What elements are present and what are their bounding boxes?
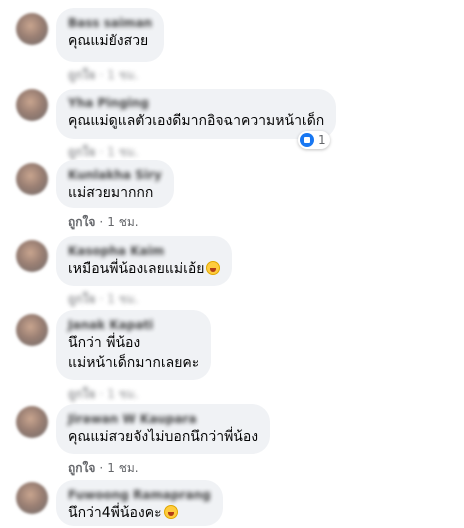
comment-bubble: Fuwoong Ramaprang นึกว่า4พี่น้องคะ bbox=[56, 480, 223, 526]
comment-text: คุณแม่สวยจังไม่บอกนึกว่าพี่น้อง bbox=[68, 427, 258, 447]
laughing-emoji-icon bbox=[206, 261, 221, 275]
avatar[interactable] bbox=[16, 406, 48, 438]
comment-author[interactable]: Kasopha Kaim bbox=[68, 243, 220, 259]
separator: · bbox=[99, 145, 104, 159]
comment-bubble: Yha Pinging คุณแม่ดูแลตัวเองดีมากอิจฉาคว… bbox=[56, 89, 337, 139]
laughing-emoji-icon bbox=[163, 505, 178, 519]
comment-author[interactable]: Yha Pinging bbox=[68, 95, 324, 111]
like-link[interactable]: ถูกใจ bbox=[68, 145, 95, 159]
comment-text: นึกว่า4พี่น้องคะ bbox=[68, 503, 211, 523]
like-link[interactable]: ถูกใจ bbox=[68, 68, 95, 82]
comment-bubble: Kunlakha Siry แม่สวยมากกก bbox=[56, 160, 174, 208]
separator: · bbox=[99, 68, 104, 82]
comment-actions: ถูกใจ · 1 ชม. bbox=[68, 66, 139, 85]
comment-text: นึกว่า พี่น้อง แม่หน้าเด็กมากเลยคะ bbox=[68, 333, 199, 373]
avatar[interactable] bbox=[16, 163, 48, 195]
avatar[interactable] bbox=[16, 240, 48, 272]
like-link[interactable]: ถูกใจ bbox=[68, 461, 95, 475]
comment-time[interactable]: 1 ชม. bbox=[107, 387, 138, 401]
comment-time[interactable]: 1 ชม. bbox=[107, 145, 138, 159]
comment-author[interactable]: Janak Kapati bbox=[68, 317, 199, 333]
comment-text-line: คุณแม่สวยจังไม่บอกนึกว่าพี่น้อง bbox=[68, 429, 259, 445]
comment-actions: ถูกใจ · 1 ชม. bbox=[68, 459, 139, 478]
comment-bubble: Janak Kapati นึกว่า พี่น้อง แม่หน้าเด็กม… bbox=[56, 310, 212, 380]
comment-text-line: เหมือนพี่น้องเลยแม่เอ้ย bbox=[68, 261, 205, 277]
separator: · bbox=[99, 215, 104, 229]
comment-author[interactable]: Bass saiman bbox=[68, 15, 152, 31]
reaction-badge[interactable]: 1 bbox=[298, 131, 330, 149]
comment-author[interactable]: Fuwoong Ramaprang bbox=[68, 487, 211, 503]
comment-text: คุณแม่ยังสวย bbox=[68, 31, 152, 51]
separator: · bbox=[99, 387, 104, 401]
comment-actions: ถูกใจ · 1 ชม. bbox=[68, 290, 139, 309]
comment-time[interactable]: 1 ชม. bbox=[107, 215, 138, 229]
comment-text: เหมือนพี่น้องเลยแม่เอ้ย bbox=[68, 259, 221, 279]
comment-text: แม่สวยมากกก bbox=[68, 183, 162, 203]
like-link[interactable]: ถูกใจ bbox=[68, 387, 95, 401]
separator: · bbox=[99, 461, 104, 475]
comment-text-line: คุณแม่ดูแลตัวเองดีมากอิจฉาความหน้าเด็ก bbox=[68, 113, 325, 129]
comment-bubble: Kasopha Kaim เหมือนพี่น้องเลยแม่เอ้ย bbox=[56, 236, 233, 286]
avatar[interactable] bbox=[16, 482, 48, 514]
comment-text-line: แม่สวยมากกก bbox=[68, 185, 154, 201]
comment-author[interactable]: Jirawan W Kaupara bbox=[68, 411, 258, 427]
comment-text-line: นึกว่า พี่น้อง bbox=[68, 335, 141, 351]
comment-actions: ถูกใจ · 1 ชม. bbox=[68, 213, 139, 232]
comment-bubble: Jirawan W Kaupara คุณแม่สวยจังไม่บอกนึกว… bbox=[56, 404, 271, 454]
avatar[interactable] bbox=[16, 314, 48, 346]
comment-text-line: แม่หน้าเด็กมากเลยคะ bbox=[68, 355, 200, 371]
comment-text-line: คุณแม่ยังสวย bbox=[68, 33, 149, 49]
comment-bubble: Bass saiman คุณแม่ยังสวย bbox=[56, 8, 165, 62]
like-reaction-icon bbox=[300, 133, 314, 147]
like-link[interactable]: ถูกใจ bbox=[68, 292, 95, 306]
comment-author[interactable]: Kunlakha Siry bbox=[68, 167, 162, 183]
avatar[interactable] bbox=[16, 89, 48, 121]
comment-time[interactable]: 1 ชม. bbox=[107, 292, 138, 306]
avatar[interactable] bbox=[16, 13, 48, 45]
comment-time[interactable]: 1 ชม. bbox=[107, 68, 138, 82]
separator: · bbox=[99, 292, 104, 306]
comment-time[interactable]: 1 ชม. bbox=[107, 461, 138, 475]
comment-text-line: นึกว่า4พี่น้องคะ bbox=[68, 505, 162, 521]
reaction-count: 1 bbox=[318, 133, 326, 147]
comment-text: คุณแม่ดูแลตัวเองดีมากอิจฉาความหน้าเด็ก bbox=[68, 111, 324, 131]
comment-actions: ถูกใจ · 1 ชม. bbox=[68, 385, 139, 404]
like-link[interactable]: ถูกใจ bbox=[68, 215, 95, 229]
